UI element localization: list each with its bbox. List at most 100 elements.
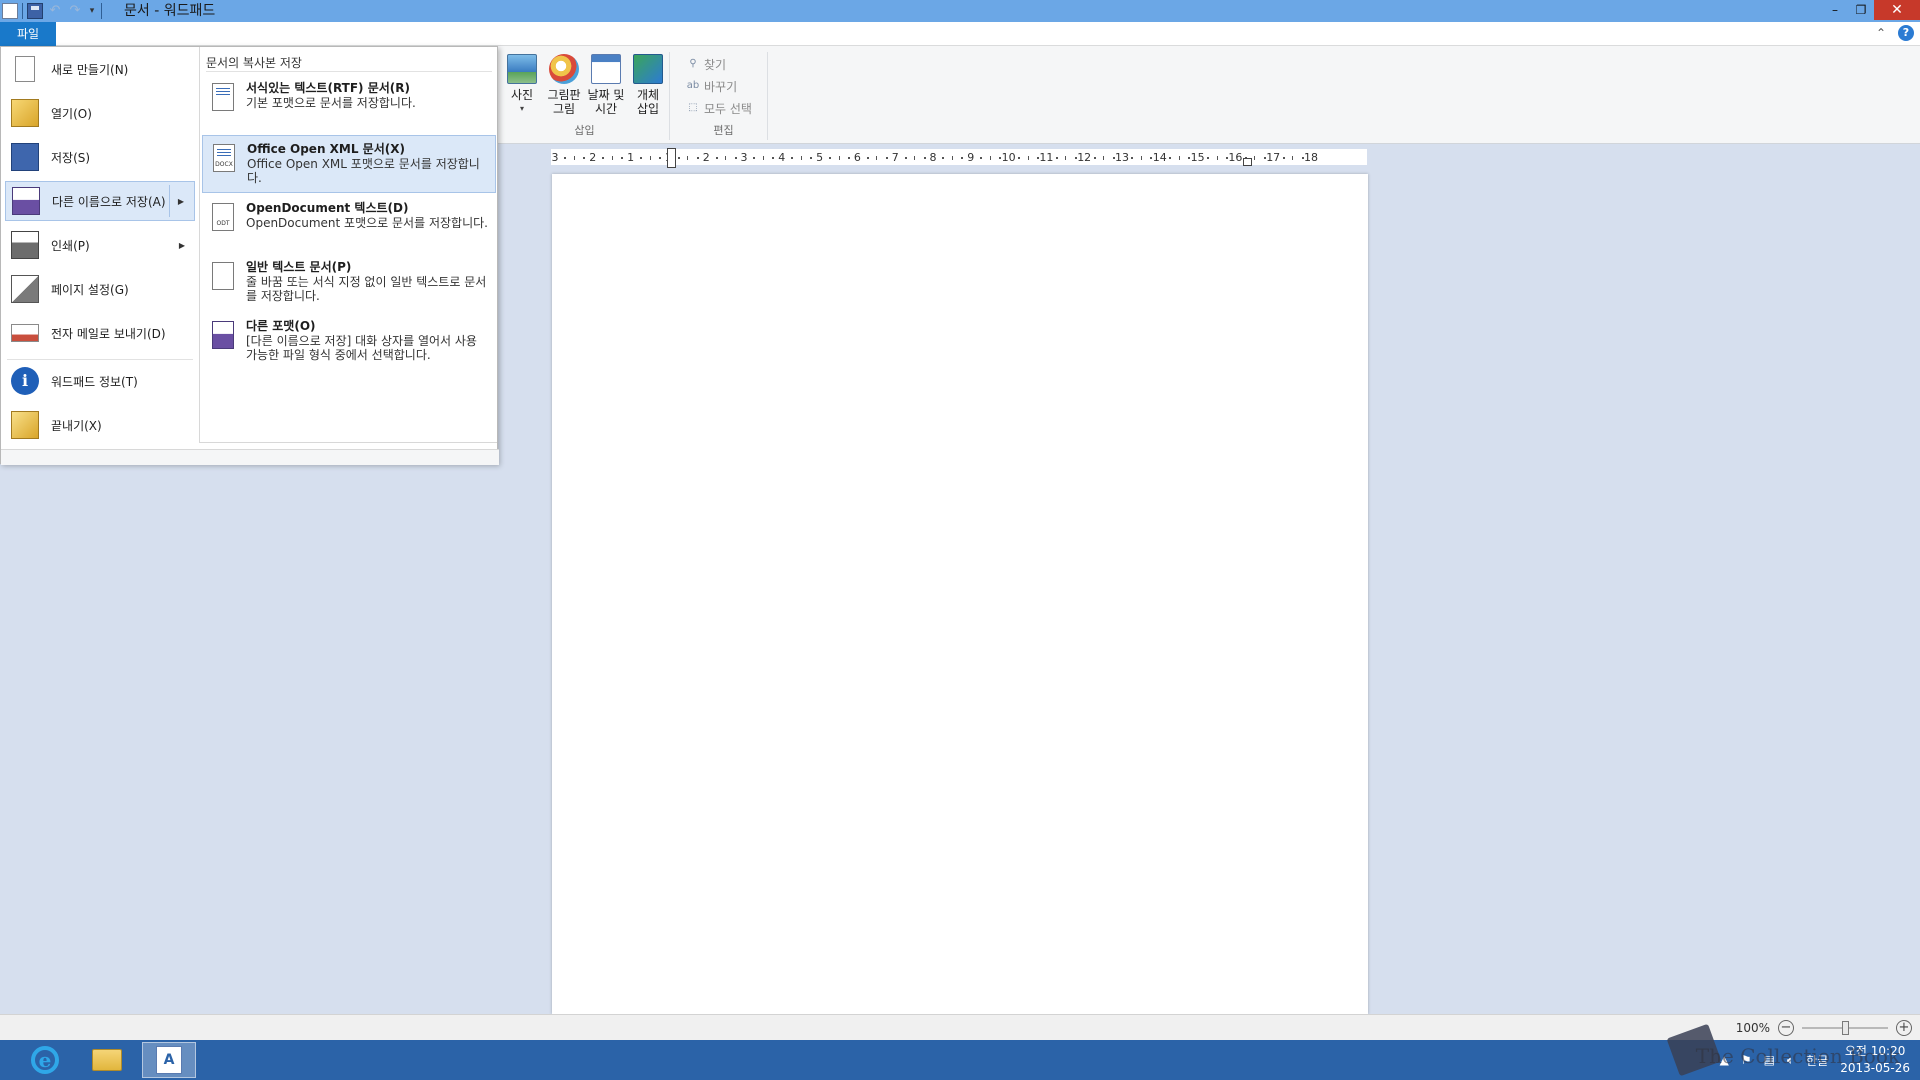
restore-button[interactable]: ❐ <box>1848 0 1874 20</box>
zoom-slider-thumb[interactable] <box>1841 1021 1849 1035</box>
ruler-tick-mark <box>1018 157 1021 159</box>
find-label: 찾기 <box>704 57 727 72</box>
option-description: 줄 바꿈 또는 서식 지정 없이 일반 텍스트로 문서를 저장합니다. <box>246 275 487 303</box>
internet-explorer-icon: e <box>31 1046 59 1074</box>
zoom-slider[interactable] <box>1802 1020 1888 1036</box>
ruler-tick-mark <box>876 156 878 160</box>
ruler[interactable]: 321123456789101112131415161718 <box>551 148 1367 168</box>
window-controls: – ❐ ✕ <box>1822 0 1920 22</box>
ruler-tick-mark <box>810 157 813 159</box>
taskbar-internet-explorer[interactable]: e <box>18 1042 72 1078</box>
ruler-tick-mark <box>1169 157 1172 159</box>
ribbon-controls: ⌃ ? <box>1876 25 1914 41</box>
menu-save[interactable]: 저장(S) <box>5 137 195 177</box>
menu-exit[interactable]: 끝내기(X) <box>5 405 195 445</box>
insert-group: 사진 ▾ 그림판 그림 날짜 및 시간 개체 삽입 삽입 <box>500 52 670 140</box>
ruler-tick-mark <box>989 156 991 160</box>
select-all-icon: ⬚ <box>688 102 698 113</box>
save-as-docx-option[interactable]: DOCX Office Open XML 문서(X) Office Open X… <box>202 135 496 193</box>
select-all-label: 모두 선택 <box>704 101 752 116</box>
option-title: 다른 포맷(O) <box>246 319 316 333</box>
ruler-tick-label: 13 <box>1115 151 1129 164</box>
save-as-icon <box>12 187 40 215</box>
file-menu: 새로 만들기(N) 열기(O) 저장(S) 다른 이름으로 저장(A) ▶ 인쇄… <box>0 46 499 465</box>
minimize-ribbon-icon[interactable]: ⌃ <box>1876 26 1886 40</box>
ruler-tick-mark <box>1055 157 1058 159</box>
find-button[interactable]: ⚲ 찾기 <box>686 54 726 74</box>
taskbar-wordpad[interactable]: A <box>142 1042 196 1078</box>
replace-button[interactable]: ab 바꾸기 <box>686 76 737 96</box>
ruler-tick-label: 17 <box>1266 151 1281 164</box>
watermark: The Collection Book <box>1695 1044 1900 1068</box>
ruler-tick-mark <box>847 157 850 159</box>
ruler-tick-mark <box>914 156 916 160</box>
window-title: 문서 - 워드패드 <box>124 3 216 19</box>
ruler-tick-mark <box>715 157 718 159</box>
menu-open[interactable]: 열기(O) <box>5 93 195 133</box>
save-as-plain-text-option[interactable]: 일반 텍스트 문서(P) 줄 바꿈 또는 서식 지정 없이 일반 텍스트로 문서… <box>202 254 496 312</box>
ruler-tick-mark <box>583 157 586 159</box>
plain-text-document-icon <box>212 262 234 290</box>
option-description: [다른 이름으로 저장] 대화 상자를 열어서 사용 가능한 파일 형식 중에서… <box>246 334 477 362</box>
first-line-indent-marker[interactable] <box>667 148 676 168</box>
ruler-tick-mark <box>658 157 661 159</box>
ruler-tick-mark <box>734 157 737 159</box>
printer-icon <box>11 231 39 259</box>
save-icon[interactable] <box>27 3 43 19</box>
help-icon[interactable]: ? <box>1898 25 1914 41</box>
date-time-label-2: 시간 <box>594 102 618 116</box>
ruler-tick-mark <box>961 157 964 159</box>
ruler-tick-mark <box>621 157 624 159</box>
ruler-tick-mark <box>1216 156 1218 160</box>
zoom-out-button[interactable]: − <box>1778 1020 1794 1036</box>
docx-document-icon: DOCX <box>213 144 235 172</box>
menu-save-as[interactable]: 다른 이름으로 저장(A) ▶ <box>5 181 195 221</box>
menu-page-setup[interactable]: 페이지 설정(G) <box>5 269 195 309</box>
ruler-tick-mark <box>980 157 983 159</box>
zoom-in-button[interactable]: + <box>1896 1020 1912 1036</box>
ruler-tick-mark <box>829 157 832 159</box>
ruler-tick-mark <box>942 157 945 159</box>
insert-group-label: 삽입 <box>574 124 595 137</box>
calendar-clock-icon <box>591 54 621 84</box>
menu-print[interactable]: 인쇄(P) ▶ <box>5 225 195 265</box>
menu-about[interactable]: i 워드패드 정보(T) <box>5 361 195 401</box>
file-tab[interactable]: 파일 <box>0 22 56 46</box>
ruler-tick-mark <box>1178 156 1180 160</box>
undo-icon[interactable]: ↶ <box>47 3 63 19</box>
document-page[interactable] <box>552 174 1368 1014</box>
menu-new[interactable]: 새로 만들기(N) <box>5 49 195 89</box>
chevron-right-icon[interactable]: ▶ <box>178 197 184 206</box>
customize-qat-icon[interactable]: ▾ <box>87 3 97 19</box>
ruler-tick-label: 16 <box>1228 151 1243 164</box>
option-title: 일반 텍스트 문서(P) <box>246 260 352 274</box>
menu-send-email[interactable]: 전자 메일로 보내기(D) <box>5 313 195 353</box>
minimize-button[interactable]: – <box>1822 0 1848 20</box>
select-all-button[interactable]: ⬚ 모두 선택 <box>686 98 752 118</box>
quick-access-toolbar: ↶ ↷ ▾ <box>2 2 102 20</box>
new-document-icon <box>15 56 35 82</box>
insert-picture-button[interactable]: 사진 ▾ <box>502 52 542 116</box>
option-description: 기본 포맷으로 문서를 저장합니다. <box>246 96 416 110</box>
insert-object-button[interactable]: 개체 삽입 <box>628 52 668 116</box>
ruler-tick-mark <box>1103 156 1105 160</box>
redo-icon[interactable]: ↷ <box>67 3 83 19</box>
save-as-heading: 문서의 복사본 저장 <box>206 56 302 70</box>
save-as-odt-option[interactable]: ODT OpenDocument 텍스트(D) OpenDocument 포맷으… <box>202 195 496 253</box>
save-as-rtf-option[interactable]: 서식있는 텍스트(RTF) 문서(R) 기본 포맷으로 문서를 저장합니다. <box>202 75 496 133</box>
insert-object-label-2: 삽입 <box>636 102 660 116</box>
date-time-button[interactable]: 날짜 및 시간 <box>586 52 626 116</box>
paint-drawing-button[interactable]: 그림판 그림 <box>544 52 584 116</box>
taskbar: e A ▲ ⚑ ▤ 🔈︎ 한글 오전 10:20 2013-05-26 <box>0 1040 1920 1080</box>
right-indent-marker[interactable] <box>1243 158 1252 166</box>
ruler-tick-label: 9 <box>967 151 975 164</box>
close-button[interactable]: ✕ <box>1874 0 1920 20</box>
option-description: Office Open XML 포맷으로 문서를 저장합니다. <box>247 157 480 185</box>
ruler-tick-mark <box>1027 156 1029 160</box>
wordpad-app-icon[interactable] <box>2 3 18 19</box>
taskbar-file-explorer[interactable] <box>80 1042 134 1078</box>
replace-label: 바꾸기 <box>704 79 738 94</box>
save-as-other-format-option[interactable]: 다른 포맷(O) [다른 이름으로 저장] 대화 상자를 열어서 사용 가능한 … <box>202 313 496 371</box>
menu-send-email-label: 전자 메일로 보내기(D) <box>51 326 166 341</box>
ruler-tick-mark <box>923 157 926 159</box>
